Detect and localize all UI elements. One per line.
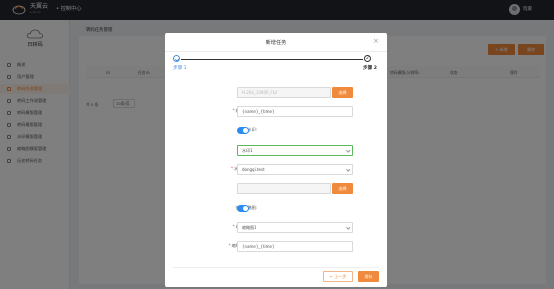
use-thumbnail-toggle[interactable] xyxy=(237,205,249,212)
transcode-template-field[interactable]: H.264_1080P_FLV xyxy=(237,86,331,98)
watermark-bucket-select[interactable]: dongqi.test xyxy=(237,163,353,175)
thumbnail-filename-input[interactable]: {name}_{time} xyxy=(237,240,353,252)
select-watermark-file-button[interactable]: 选择 xyxy=(332,182,353,194)
output-filename-input[interactable]: {name}_{time} xyxy=(237,105,353,117)
watermark-file-field[interactable] xyxy=(237,182,331,194)
save-button[interactable]: 保存 xyxy=(358,271,379,282)
use-watermark-toggle[interactable] xyxy=(237,127,249,134)
new-task-dialog: 新增任务 × 2 步骤 1 步骤 2 *转码模板: H.264_1080P_FL… xyxy=(165,33,387,287)
step-2-label: 步骤 2 xyxy=(363,66,377,71)
step-2-indicator: 2 xyxy=(364,55,371,62)
step-1-label: 步骤 1 xyxy=(173,66,187,71)
chevron-down-icon xyxy=(345,148,350,153)
thumbnail-template-select[interactable]: 缩略图1 xyxy=(237,221,353,233)
select-transcode-template-button[interactable]: 选择 xyxy=(332,86,353,98)
step-1-check-icon xyxy=(173,55,180,62)
divider xyxy=(165,51,387,52)
dialog-title: 新增任务 xyxy=(265,40,287,46)
close-icon[interactable]: × xyxy=(373,37,379,45)
chevron-down-icon xyxy=(345,225,350,230)
step-progress-line xyxy=(181,58,363,60)
chevron-down-icon xyxy=(345,167,350,172)
previous-step-button[interactable]: ← 上一步 xyxy=(323,271,353,282)
watermark-template-select[interactable]: 水印1 xyxy=(237,144,353,156)
divider xyxy=(173,267,379,268)
